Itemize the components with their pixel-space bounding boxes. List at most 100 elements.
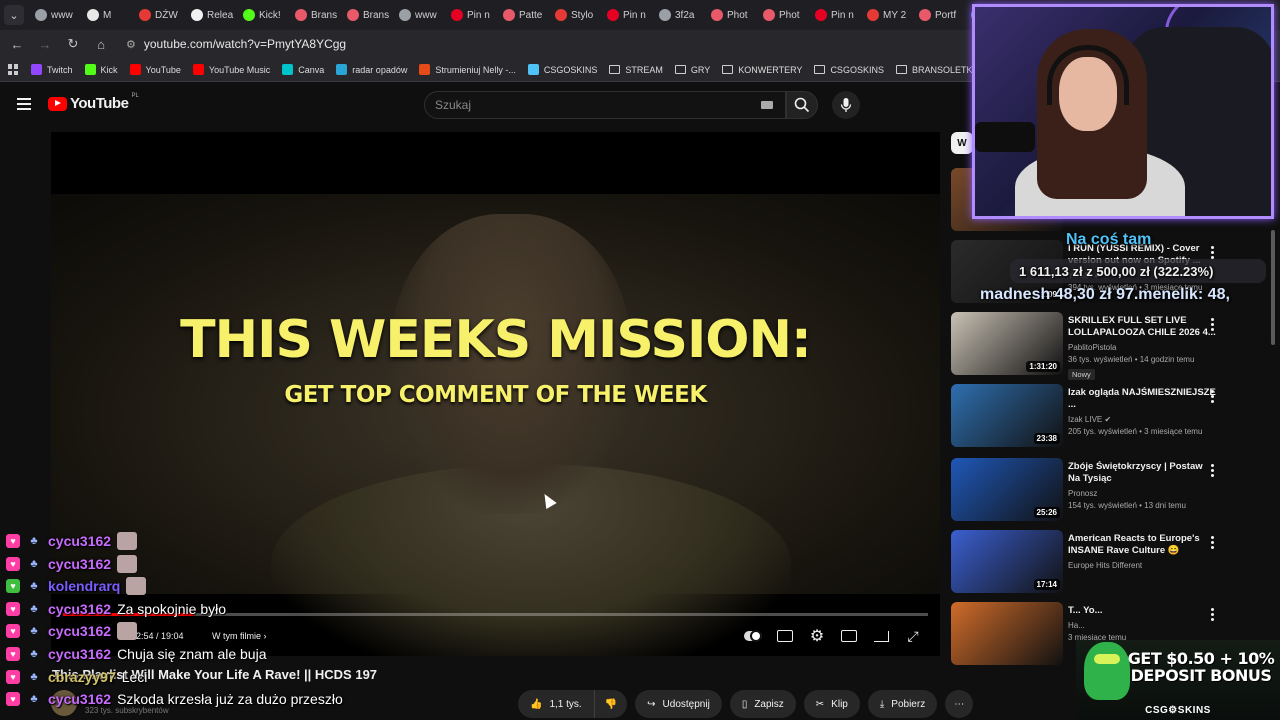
bookmark-item[interactable]: radar opadów: [336, 64, 407, 75]
search-button[interactable]: [786, 91, 818, 119]
microphone-icon: [840, 98, 852, 112]
browser-tab[interactable]: M: [82, 3, 132, 27]
video-thumbnail[interactable]: 1:31:20: [951, 312, 1063, 375]
tab-label: Portf: [935, 9, 957, 21]
video-thumbnail[interactable]: 25:26: [951, 458, 1063, 521]
video-title[interactable]: SKRILLEX FULL SET LIVE LOLLAPALOOZA CHIL…: [1068, 315, 1216, 339]
browser-tab[interactable]: MY 2: [862, 3, 912, 27]
bookmark-item[interactable]: STREAM: [609, 64, 663, 75]
bookmark-item[interactable]: Strumieniuj Nelly -...: [419, 64, 516, 75]
video-meta: 154 tys. wyświetleń • 13 dni temu: [1068, 501, 1216, 510]
autoplay-toggle-icon[interactable]: [744, 627, 762, 645]
cast-icon[interactable]: [872, 627, 890, 645]
more-vertical-icon[interactable]: [1211, 390, 1215, 403]
back-arrow-icon[interactable]: ←: [10, 37, 24, 52]
video-title[interactable]: Izak ogląda NAJŚMIESZNIEJSZE ...: [1068, 387, 1216, 411]
browser-tab[interactable]: Kick!: [238, 3, 288, 27]
gifter-badge-icon: ♣: [30, 648, 38, 660]
chat-message: ♥ ♣ cycu3162: [6, 553, 138, 575]
video-thumbnail[interactable]: 23:38: [951, 384, 1063, 447]
menu-icon[interactable]: [17, 98, 31, 110]
recommended-video[interactable]: 23:38 Izak ogląda NAJŚMIESZNIEJSZE ... Iza…: [951, 384, 1251, 450]
browser-tab[interactable]: Relea: [186, 3, 236, 27]
keyboard-icon[interactable]: [761, 101, 773, 109]
tab-label: Phot: [727, 9, 748, 21]
browser-tab[interactable]: Pin n: [446, 3, 496, 27]
more-vertical-icon[interactable]: [1211, 464, 1215, 477]
recommended-video[interactable]: 1:31:20 SKRILLEX FULL SET LIVE LOLLAPALOO…: [951, 312, 1251, 380]
browser-tab[interactable]: Phot: [706, 3, 756, 27]
download-button[interactable]: ⤓ Pobierz: [867, 690, 938, 718]
browser-tab[interactable]: Patte: [498, 3, 548, 27]
tab-favicon-icon: [191, 9, 203, 21]
browser-tab[interactable]: www: [30, 3, 80, 27]
youtube-play-icon: [48, 96, 67, 111]
video-title[interactable]: T... Yo...: [1068, 605, 1216, 617]
browser-tab[interactable]: Brans: [290, 3, 340, 27]
sidebar-scrollbar[interactable]: [1271, 230, 1275, 345]
browser-tab[interactable]: Stylo: [550, 3, 600, 27]
address-bar[interactable]: ⚙ youtube.com/watch?v=PmytYA8YCgg: [126, 37, 346, 51]
video-title[interactable]: Zbóje Świętokrzyscy | Postaw Na Tysiąc: [1068, 461, 1216, 485]
bookmark-item[interactable]: Canva: [282, 64, 324, 75]
video-title[interactable]: American Reacts to Europe's INSANE Rave …: [1068, 533, 1216, 557]
channel-name[interactable]: Europe Hits Different: [1068, 561, 1216, 570]
browser-tab[interactable]: Pin n: [810, 3, 860, 27]
miniplayer-icon[interactable]: [840, 627, 858, 645]
bookmark-item[interactable]: CSGOSKINS: [814, 64, 884, 75]
recommended-video[interactable]: 25:26 Zbóje Świętokrzyscy | Postaw Na Tys…: [951, 458, 1251, 524]
dislike-button[interactable]: 👎: [594, 690, 628, 718]
reload-icon[interactable]: ↻: [66, 36, 80, 52]
chat-message: ♥ ♣ cycu3162 Chuja się znam ale buja: [6, 643, 266, 665]
video-thumbnail[interactable]: 17:14: [951, 530, 1063, 593]
channel-name[interactable]: Izak LIVE ✔: [1068, 415, 1216, 424]
more-vertical-icon[interactable]: [1211, 536, 1215, 549]
youtube-logo[interactable]: YouTube PL: [48, 92, 139, 112]
browser-tab[interactable]: www: [394, 3, 444, 27]
more-vertical-icon[interactable]: [1211, 318, 1215, 331]
folder-icon: [814, 65, 826, 74]
share-button[interactable]: ↪ Udostępnij: [635, 690, 722, 718]
bookmark-item[interactable]: YouTube Music: [192, 64, 270, 75]
like-button[interactable]: 👍 1,1 tys.: [518, 690, 595, 718]
fullscreen-icon[interactable]: ⤢: [904, 627, 922, 645]
channel-name[interactable]: Pronosz: [1068, 489, 1216, 498]
chat-message: ♥ ♣ cycu3162 Za spokojnie było: [6, 598, 226, 620]
bookmark-label: CSGOSKINS: [543, 64, 598, 75]
bookmark-item[interactable]: Kick: [84, 64, 118, 75]
chat-username: cycu3162: [48, 555, 112, 572]
subtitles-icon[interactable]: [776, 627, 794, 645]
bookmark-item[interactable]: BRANSOLETKI: [895, 64, 975, 75]
tab-search-chevron-icon[interactable]: ⌄: [4, 5, 24, 25]
settings-gear-icon[interactable]: ⚙: [808, 627, 826, 645]
bookmark-item[interactable]: KONWERTERY: [722, 64, 802, 75]
save-button[interactable]: ▯ Zapisz: [729, 690, 796, 718]
filter-chip[interactable]: W: [951, 132, 973, 154]
apps-grid-icon[interactable]: [8, 64, 19, 75]
voice-search-button[interactable]: [832, 91, 860, 119]
bookmark-item[interactable]: CSGOSKINS: [527, 64, 598, 75]
forward-arrow-icon[interactable]: →: [38, 37, 52, 52]
browser-tab[interactable]: DŹW: [134, 3, 184, 27]
clip-button[interactable]: ✂ Klip: [803, 690, 860, 718]
browser-tab[interactable]: 3f2a: [654, 3, 704, 27]
subscriber-badge-icon: ♥: [6, 669, 20, 684]
channel-name[interactable]: PablitoPistola: [1068, 343, 1216, 352]
region-code: PL: [131, 92, 139, 99]
browser-tab[interactable]: Pin n: [602, 3, 652, 27]
home-icon[interactable]: ⌂: [94, 37, 108, 52]
recommended-video[interactable]: 17:14 American Reacts to Europe's INSANE …: [951, 530, 1251, 596]
channel-name[interactable]: Ha...: [1068, 621, 1216, 630]
site-info-icon[interactable]: ⚙: [126, 39, 136, 51]
more-vertical-icon[interactable]: [1211, 246, 1215, 259]
browser-tab[interactable]: Brans: [342, 3, 392, 27]
bookmark-item[interactable]: YouTube: [129, 64, 181, 75]
browser-tab[interactable]: Phot: [758, 3, 808, 27]
more-vertical-icon[interactable]: [1211, 608, 1215, 621]
search-input[interactable]: Szukaj: [424, 91, 786, 119]
bookmark-item[interactable]: GRY: [674, 64, 710, 75]
bookmark-item[interactable]: Twitch: [31, 64, 73, 75]
webcam-overlay: [972, 4, 1274, 219]
browser-tab[interactable]: Portf: [914, 3, 964, 27]
video-thumbnail[interactable]: [951, 602, 1063, 665]
